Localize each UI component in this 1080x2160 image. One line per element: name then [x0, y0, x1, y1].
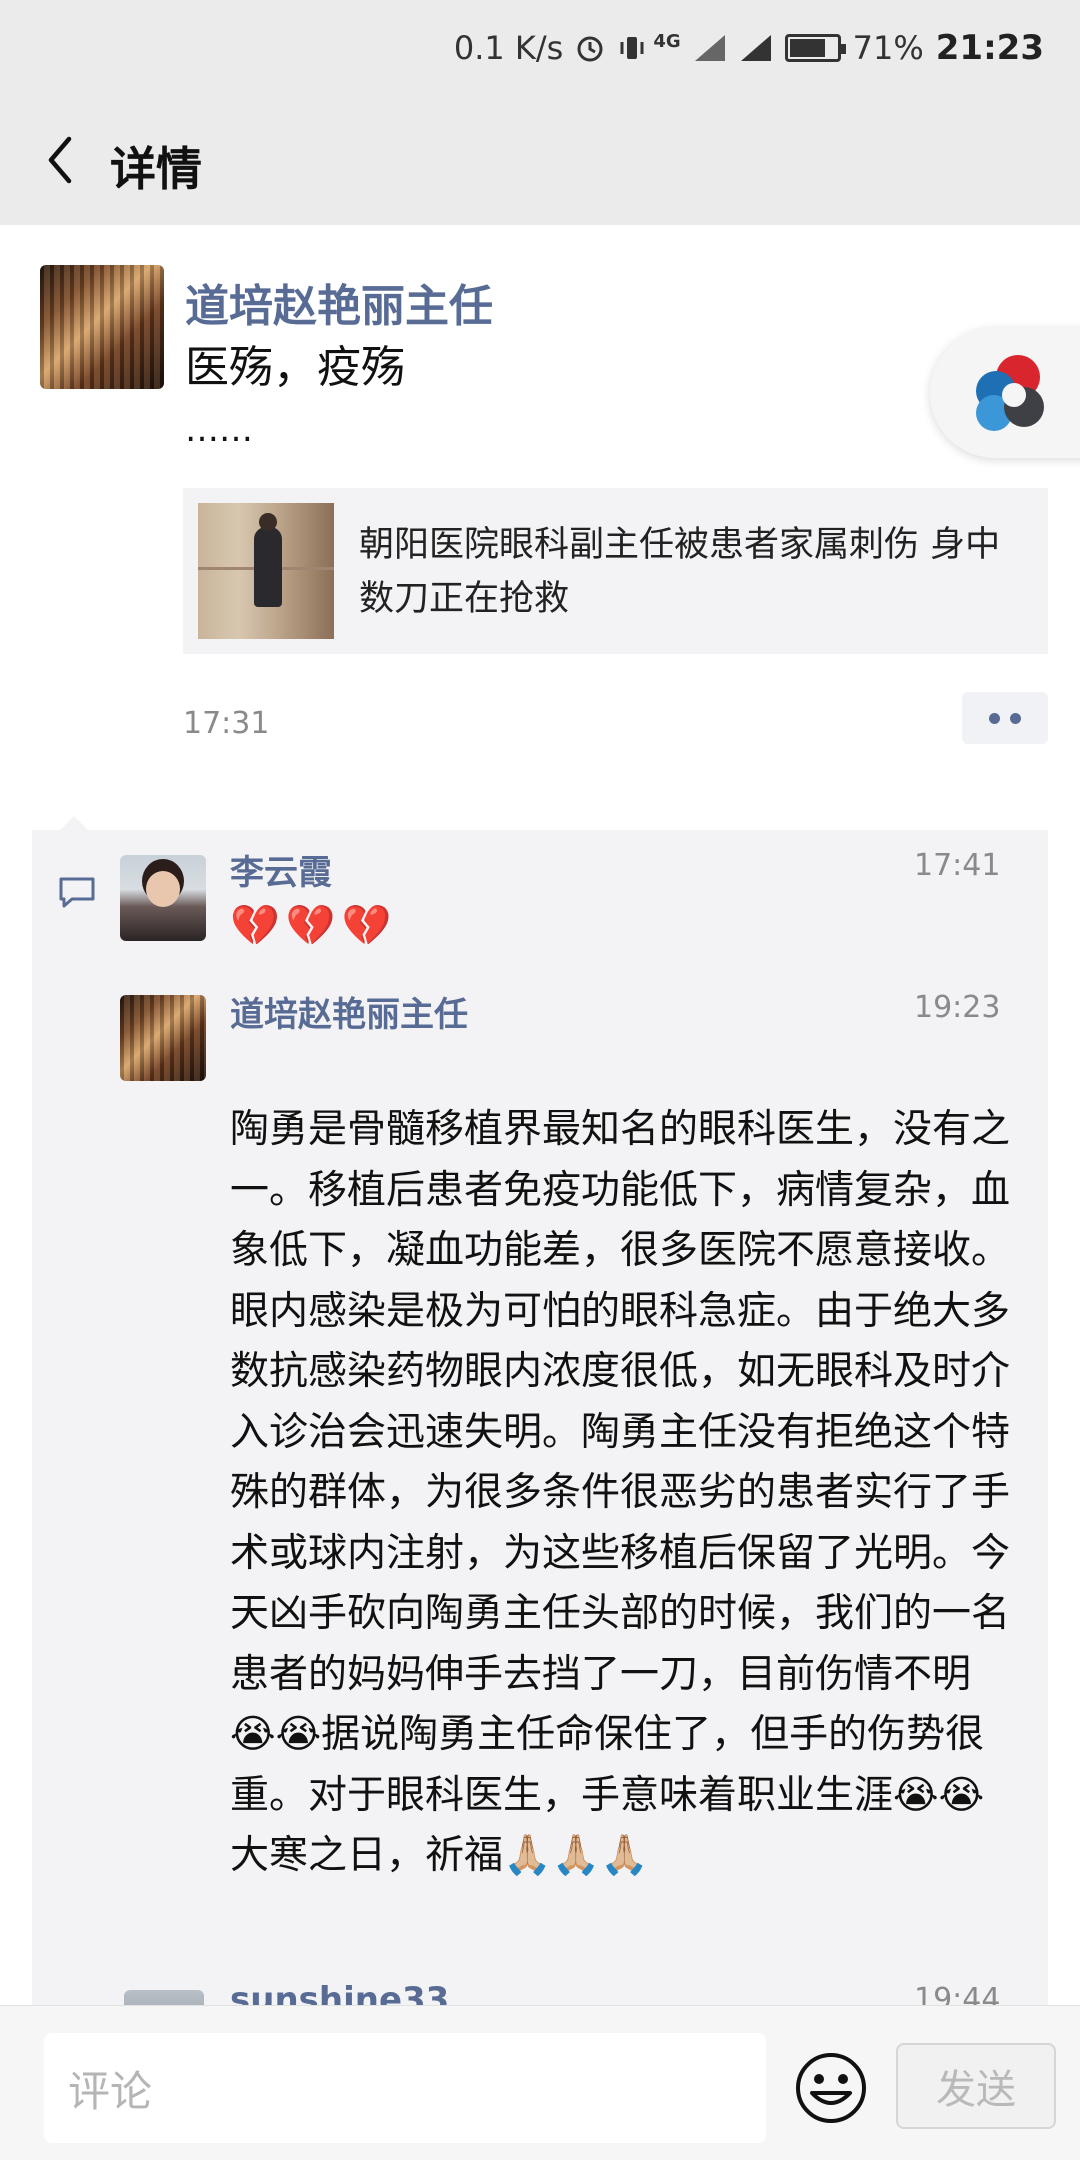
status-bar: 0.1 K/s 4G 71% 21:23	[0, 0, 1080, 95]
post-ellipsis: ……	[185, 410, 253, 450]
link-title: 朝阳医院眼科副主任被患者家属刺伤 身中数刀正在抢救	[359, 525, 1001, 619]
page-title: 详情	[110, 142, 202, 196]
post-text: 医殇，疫殇 ……	[185, 340, 945, 450]
comment-avatar[interactable]	[120, 995, 206, 1081]
floating-ball-button[interactable]	[930, 328, 1080, 458]
signal-icon-2	[740, 35, 771, 61]
floating-app-icon	[976, 355, 1044, 431]
vibrate-icon	[620, 37, 644, 59]
network-type: 4G	[653, 30, 681, 52]
dot-icon	[1010, 712, 1021, 724]
comment-input[interactable]: 评论	[44, 2033, 766, 2143]
post-text-line: 医殇，疫殇	[185, 342, 405, 393]
comment-avatar[interactable]	[120, 855, 206, 941]
comment-author[interactable]: 李云霞	[230, 845, 332, 894]
emoji-icon[interactable]	[794, 2051, 868, 2125]
comment-icon	[59, 877, 95, 908]
more-actions-button[interactable]	[962, 692, 1048, 744]
comment-bar: 评论 发送	[0, 2005, 1080, 2160]
top-bar: 详情	[0, 95, 1080, 225]
clock: 21:23	[935, 28, 1044, 68]
post-time: 17:31	[183, 706, 270, 741]
author-name[interactable]: 道培赵艳丽主任	[185, 270, 493, 334]
link-thumbnail	[198, 503, 334, 639]
battery-level	[789, 39, 826, 57]
net-speed: 0.1 K/s	[453, 29, 564, 67]
battery-icon	[784, 34, 846, 62]
chevron-left-icon	[48, 136, 72, 184]
status-icons: 0.1 K/s 4G 71% 21:23	[454, 28, 1044, 68]
comment-time: 17:41	[914, 848, 1001, 883]
dot-icon	[989, 712, 1000, 724]
author-avatar[interactable]	[40, 265, 164, 389]
send-button[interactable]: 发送	[896, 2043, 1056, 2129]
signal-icon	[694, 35, 725, 61]
comment-content: 💔💔💔	[230, 903, 398, 949]
comment-author[interactable]: 道培赵艳丽主任	[230, 987, 468, 1036]
comment-content: 陶勇是骨髓移植界最知名的眼科医生，没有之一。移植后患者免疫功能低下，病情复杂，血…	[230, 1107, 1011, 1878]
comment-time: 19:23	[914, 990, 1001, 1025]
back-button[interactable]	[30, 130, 90, 190]
battery-percent: 71%	[852, 29, 924, 67]
comment-section: 李云霞 17:41 💔💔💔 道培赵艳丽主任 19:23 陶勇是骨髓移植界最知名的…	[32, 816, 1048, 2070]
alarm-icon	[577, 36, 603, 62]
shared-link-card[interactable]: 朝阳医院眼科副主任被患者家属刺伤 身中数刀正在抢救	[183, 488, 1048, 654]
